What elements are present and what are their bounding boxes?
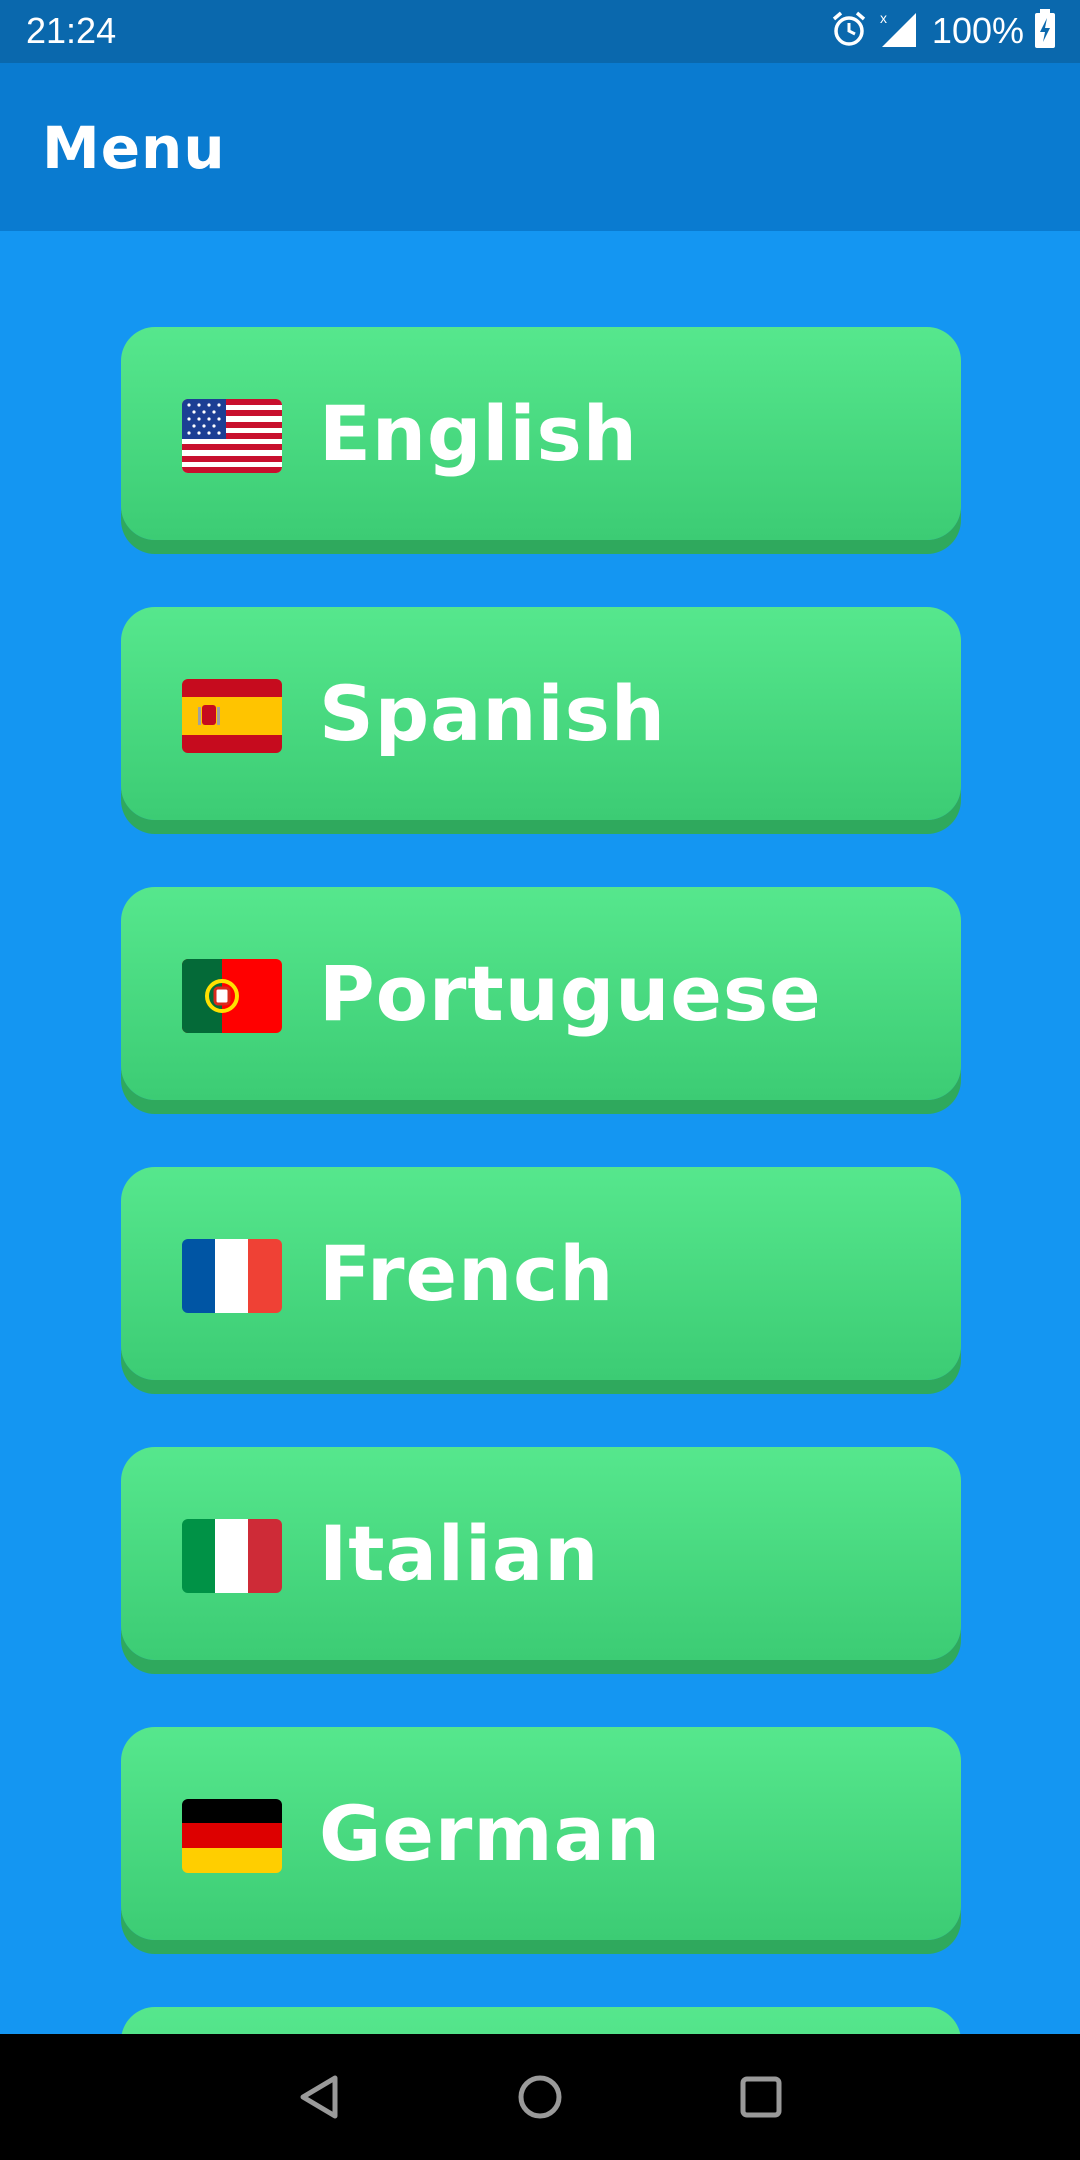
spain-flag-icon [182, 679, 282, 753]
alarm-icon [830, 10, 868, 52]
recents-icon[interactable] [728, 2064, 794, 2130]
page-title: Menu [42, 114, 226, 182]
status-icons: x 100% [830, 8, 1056, 54]
language-button-english[interactable]: English [121, 327, 961, 540]
germany-flag-icon [182, 1799, 282, 1873]
language-button-portuguese[interactable]: Portuguese [121, 887, 961, 1100]
back-icon[interactable] [287, 2064, 353, 2130]
language-label: French [319, 1229, 615, 1318]
battery-charging-icon [1034, 9, 1056, 53]
status-time: 21:24 [26, 10, 117, 51]
language-label: Spanish [319, 669, 666, 758]
language-label: German [319, 1789, 661, 1878]
language-label: Portuguese [319, 949, 822, 1038]
language-button-partial[interactable] [121, 2007, 961, 2034]
language-list[interactable]: English Spanish Portuguese French Italia… [0, 231, 1080, 2034]
language-label: Italian [319, 1509, 600, 1598]
us-flag-icon [182, 399, 282, 473]
svg-text:x: x [880, 10, 887, 26]
language-button-spanish[interactable]: Spanish [121, 607, 961, 820]
italy-flag-icon [182, 1519, 282, 1593]
battery-percentage: 100% [931, 10, 1024, 51]
signal-icon: x [878, 9, 918, 53]
status-bar: 21:24 x 100% [0, 0, 1080, 63]
app-bar: Menu [0, 63, 1080, 231]
france-flag-icon [182, 1239, 282, 1313]
portugal-flag-icon [182, 959, 282, 1033]
navigation-bar [0, 2034, 1080, 2160]
language-button-french[interactable]: French [121, 1167, 961, 1380]
language-label: English [319, 389, 638, 478]
home-icon[interactable] [507, 2064, 573, 2130]
language-button-german[interactable]: German [121, 1727, 961, 1940]
language-button-italian[interactable]: Italian [121, 1447, 961, 1660]
